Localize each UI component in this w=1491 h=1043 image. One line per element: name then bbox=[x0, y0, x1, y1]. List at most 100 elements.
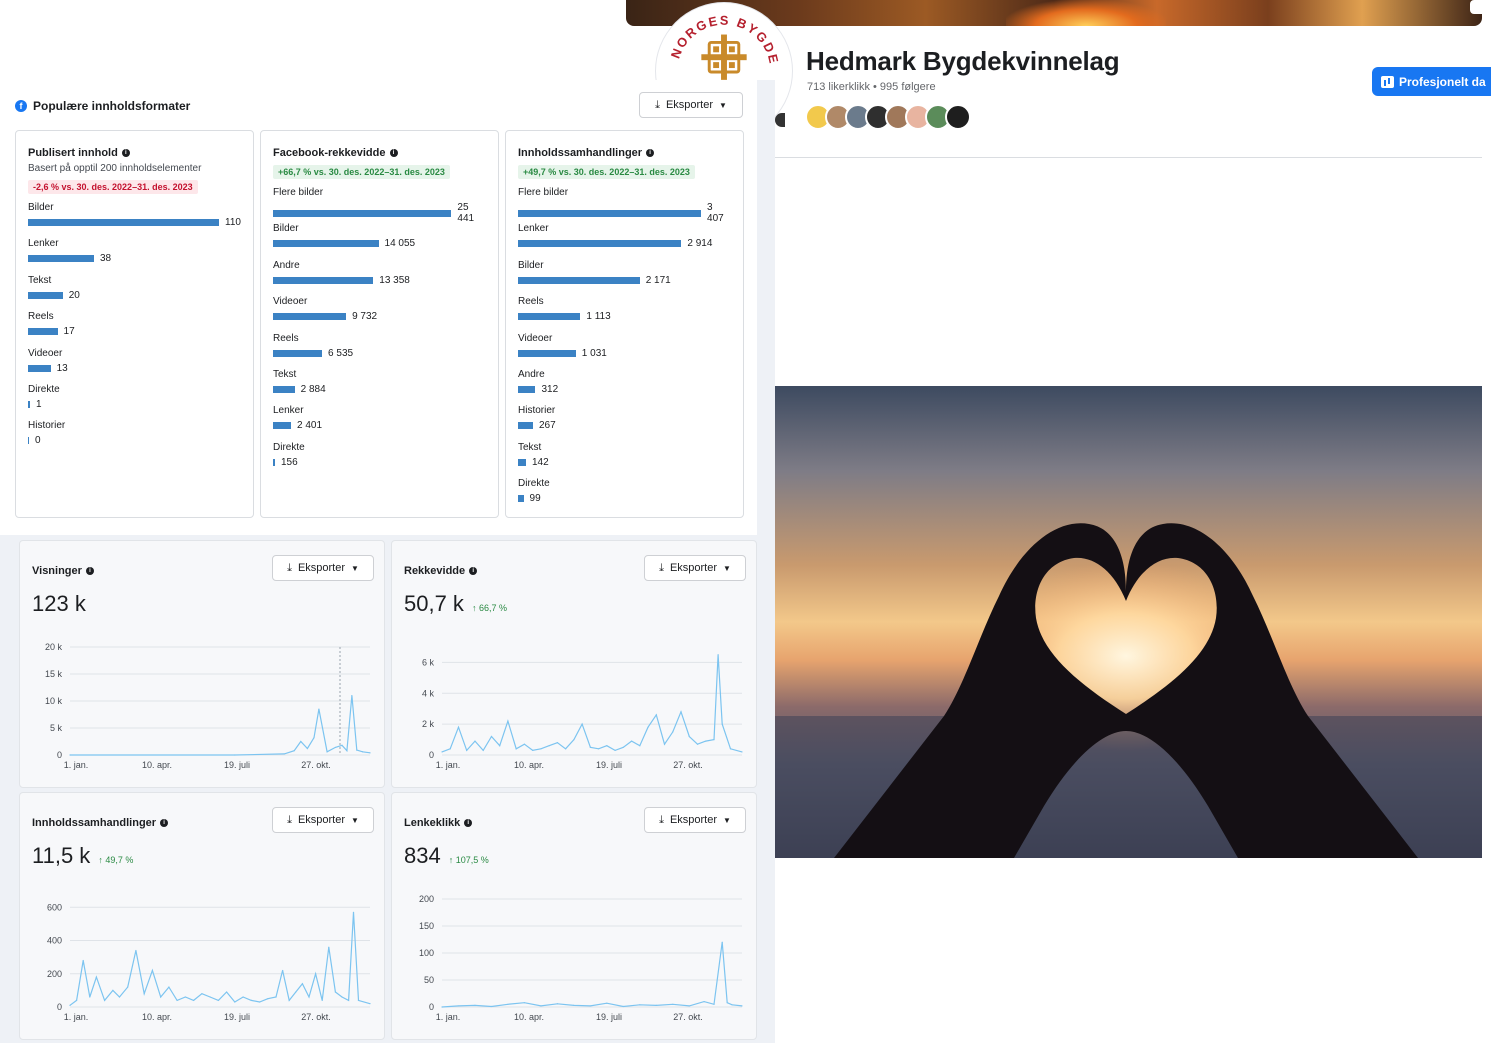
format-row: Videoer 1 031 bbox=[518, 332, 731, 368]
export-button[interactable]: ⤓ Eksporter ▼ bbox=[644, 555, 746, 581]
series-point bbox=[321, 999, 323, 1001]
series-point bbox=[293, 750, 295, 752]
series-point bbox=[655, 1004, 657, 1006]
series-point bbox=[258, 1001, 261, 1003]
format-value: 2 171 bbox=[645, 274, 671, 286]
metric-total: 834 ↑ 107,5 % bbox=[404, 843, 489, 869]
card-title-text: Publisert innhold bbox=[28, 147, 118, 159]
series-point bbox=[556, 1003, 558, 1005]
format-row: Direkte 156 bbox=[273, 441, 486, 477]
export-button[interactable]: ⤓ Eksporter ▼ bbox=[639, 92, 743, 118]
card-title: Innholdssamhandlinger i bbox=[518, 147, 731, 159]
info-icon[interactable]: i bbox=[464, 819, 473, 827]
series-point bbox=[176, 999, 178, 1001]
format-row: Direkte 1 bbox=[28, 383, 241, 419]
professional-dashboard-button[interactable]: Profesjonelt da bbox=[1372, 67, 1491, 96]
series-point bbox=[341, 996, 343, 998]
x-tick-label: 27. okt. bbox=[673, 1012, 703, 1022]
format-label: Lenker bbox=[518, 223, 549, 235]
info-icon[interactable]: i bbox=[121, 149, 130, 157]
export-button[interactable]: ⤓ Eksporter ▼ bbox=[272, 807, 374, 833]
format-row: Reels 6 535 bbox=[273, 332, 486, 368]
series-point bbox=[507, 720, 509, 722]
export-button[interactable]: ⤓ Eksporter ▼ bbox=[644, 807, 746, 833]
series-point bbox=[688, 1005, 690, 1007]
y-tick-label: 50 bbox=[424, 975, 434, 985]
series-point bbox=[351, 695, 353, 697]
series-line bbox=[70, 695, 371, 756]
y-tick-label: 200 bbox=[47, 969, 62, 979]
series-point bbox=[308, 996, 310, 998]
series-point bbox=[721, 723, 723, 725]
y-tick-label: 0 bbox=[57, 750, 62, 760]
metric-title-text: Visninger bbox=[32, 565, 82, 577]
series-point bbox=[573, 1004, 575, 1006]
y-tick-label: 20 k bbox=[45, 642, 63, 652]
series-point bbox=[288, 999, 290, 1001]
series-point bbox=[369, 752, 371, 754]
series-point bbox=[490, 735, 493, 738]
series-point bbox=[717, 654, 719, 656]
series-point bbox=[357, 999, 360, 1001]
metric-card: Visninger i ⤓ Eksporter ▼ 123 k 0 5 k 10 k 15 k 20… bbox=[19, 540, 385, 788]
x-tick-label: 10. apr. bbox=[142, 760, 172, 770]
format-label: Tekst bbox=[273, 368, 297, 380]
info-icon[interactable]: i bbox=[160, 819, 169, 827]
info-icon[interactable]: i bbox=[85, 567, 94, 575]
card-title-text: Innholdssamhandlinger bbox=[518, 147, 643, 159]
format-label: Bilder bbox=[273, 223, 299, 235]
metric-value: 50,7 k bbox=[404, 591, 464, 616]
chevron-down-icon: ▼ bbox=[723, 815, 731, 825]
format-row: Andre 312 bbox=[518, 368, 731, 404]
series-point bbox=[112, 989, 114, 991]
metric-delta: ↑ 66,7 % bbox=[471, 603, 507, 613]
series-point bbox=[346, 750, 348, 752]
format-bar bbox=[273, 240, 379, 248]
format-value: 1 bbox=[36, 398, 42, 410]
series-point bbox=[573, 738, 575, 741]
x-tick-label: 19. juli bbox=[224, 1012, 250, 1022]
format-card: Facebook-rekkevidde i +66,7 % vs. 30. des.… bbox=[260, 130, 499, 518]
series-point bbox=[217, 999, 219, 1001]
series-line bbox=[69, 912, 371, 1006]
info-icon[interactable]: i bbox=[646, 149, 655, 157]
series-point bbox=[267, 998, 269, 1000]
cover-camera-button[interactable] bbox=[1470, 0, 1482, 14]
series-point bbox=[482, 749, 484, 751]
format-label: Bilder bbox=[28, 202, 54, 213]
series-point bbox=[69, 1004, 71, 1006]
export-label: Eksporter bbox=[665, 99, 714, 111]
avatar[interactable] bbox=[945, 104, 971, 130]
info-icon[interactable]: i bbox=[389, 149, 398, 157]
format-label: Bilder bbox=[518, 259, 544, 271]
comparison-badge: -2,6 % vs. 30. des. 2022–31. des. 2023 bbox=[28, 180, 198, 194]
format-value: 142 bbox=[531, 456, 549, 468]
format-bar bbox=[273, 209, 452, 217]
format-row: Reels 17 bbox=[28, 310, 241, 346]
series-point bbox=[95, 976, 97, 978]
x-tick-label: 27. okt. bbox=[673, 760, 703, 770]
x-tick-label: 27. okt. bbox=[301, 760, 331, 770]
series-point bbox=[328, 946, 330, 948]
series-point bbox=[466, 749, 468, 751]
series-point bbox=[721, 941, 723, 943]
format-label: Videoer bbox=[273, 296, 308, 308]
card-subtitle: Basert på opptil 200 innholdselementer bbox=[28, 163, 202, 174]
format-value: 25 441 bbox=[457, 202, 475, 224]
format-bar bbox=[518, 209, 702, 217]
series-point bbox=[680, 711, 682, 713]
series-point bbox=[347, 999, 350, 1001]
series-line bbox=[441, 942, 743, 1008]
download-icon: ⤓ bbox=[287, 561, 292, 574]
y-tick-label: 2 k bbox=[422, 719, 435, 729]
y-tick-label: 400 bbox=[47, 936, 62, 946]
series-point bbox=[556, 742, 558, 744]
export-button[interactable]: ⤓ Eksporter ▼ bbox=[272, 555, 374, 581]
series-point bbox=[334, 991, 336, 993]
info-icon[interactable]: i bbox=[469, 567, 478, 575]
follower-avatars[interactable] bbox=[805, 104, 971, 130]
format-row: Bilder 2 171 bbox=[518, 259, 731, 295]
format-bar bbox=[273, 385, 295, 393]
series-point bbox=[663, 743, 666, 745]
metric-chart: 0 2 k 4 k 6 k 1. jan. 10. apr. 19. juli 27. okt… bbox=[422, 654, 743, 770]
